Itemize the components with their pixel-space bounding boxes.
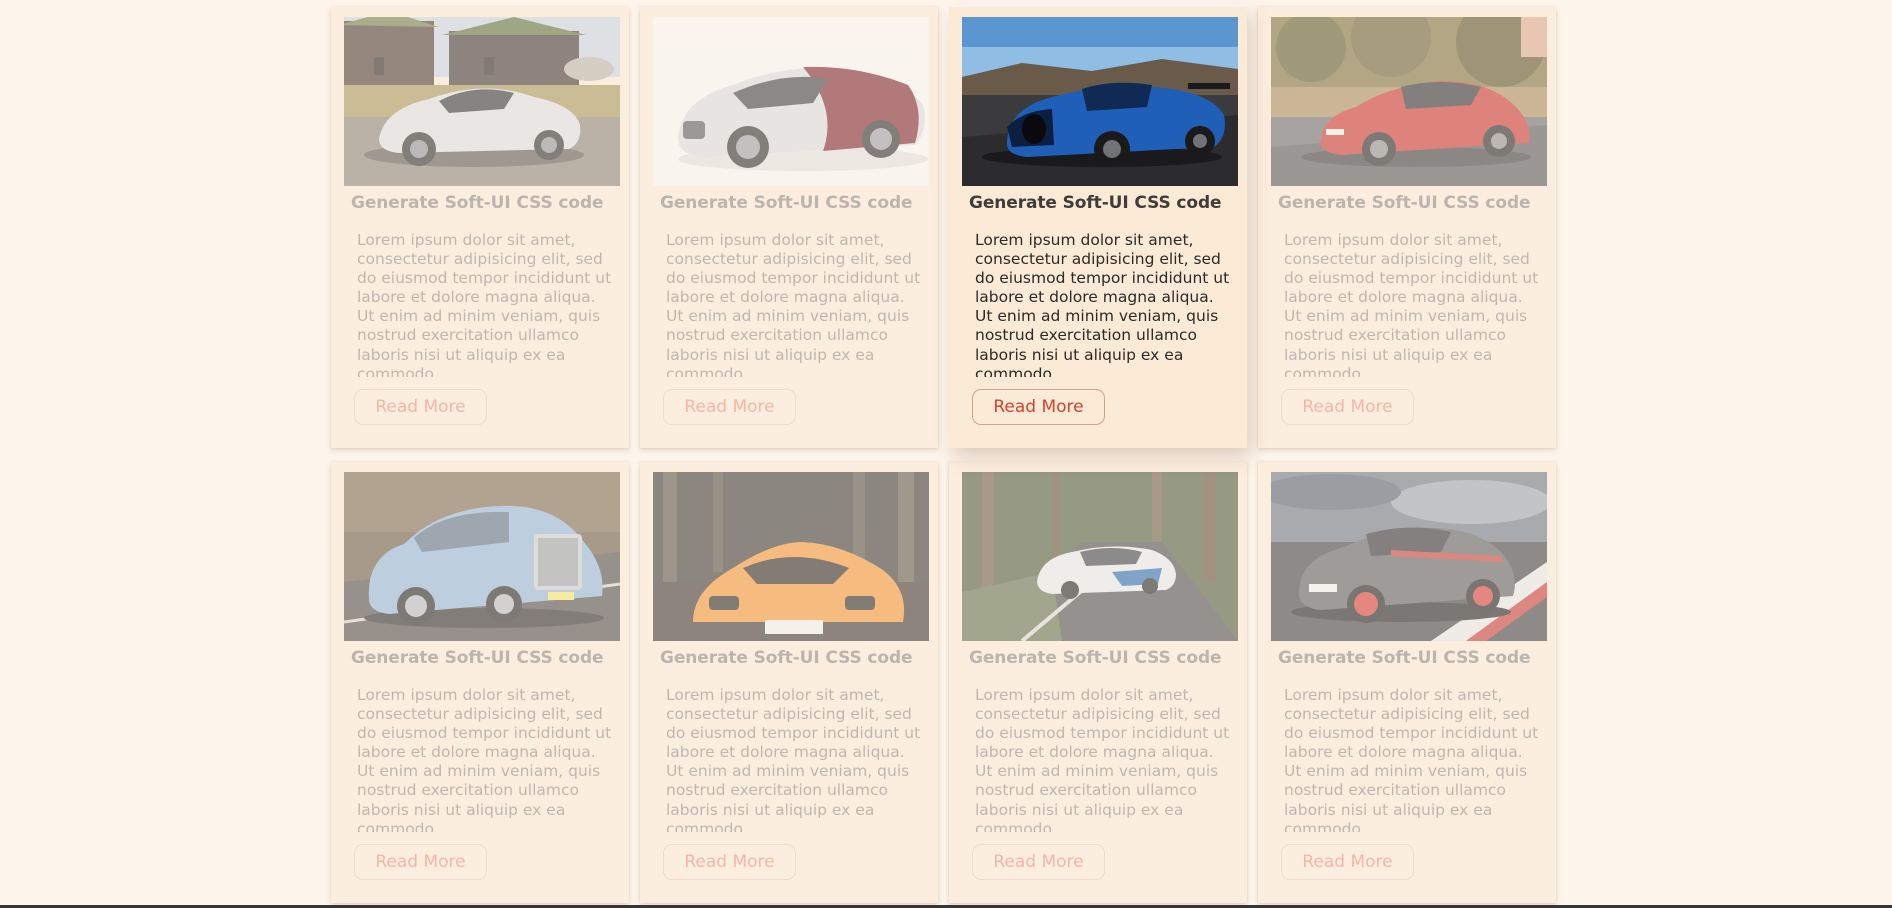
card-description: Lorem ipsum dolor sit amet, consectetur … <box>975 231 1230 377</box>
card-image <box>962 472 1238 641</box>
card-image <box>344 17 620 186</box>
read-more-button[interactable]: Read More <box>972 844 1105 880</box>
card-title: Generate Soft-UI CSS code <box>351 648 604 668</box>
card-title: Generate Soft-UI CSS code <box>660 648 913 668</box>
card: Generate Soft-UI CSS code Lorem ipsum do… <box>640 7 938 448</box>
card-image <box>344 472 620 641</box>
card-description: Lorem ipsum dolor sit amet, consectetur … <box>1284 231 1539 377</box>
card-grid: Generate Soft-UI CSS code Lorem ipsum do… <box>331 7 1556 903</box>
read-more-button[interactable]: Read More <box>1281 844 1414 880</box>
card-description: Lorem ipsum dolor sit amet, consectetur … <box>666 686 921 832</box>
card-description: Lorem ipsum dolor sit amet, consectetur … <box>357 231 612 377</box>
read-more-button[interactable]: Read More <box>354 844 487 880</box>
card-description: Lorem ipsum dolor sit amet, consectetur … <box>1284 686 1539 832</box>
card: Generate Soft-UI CSS code Lorem ipsum do… <box>331 7 629 448</box>
read-more-button[interactable]: Read More <box>354 389 487 425</box>
card-image <box>1271 17 1547 186</box>
read-more-button[interactable]: Read More <box>972 389 1105 425</box>
read-more-button[interactable]: Read More <box>663 844 796 880</box>
read-more-button[interactable]: Read More <box>663 389 796 425</box>
card-image <box>653 17 929 186</box>
card-title: Generate Soft-UI CSS code <box>969 648 1222 668</box>
card-active: Generate Soft-UI CSS code Lorem ipsum do… <box>949 7 1247 448</box>
card-image <box>962 17 1238 186</box>
card-title: Generate Soft-UI CSS code <box>660 193 913 213</box>
card: Generate Soft-UI CSS code Lorem ipsum do… <box>1258 462 1556 903</box>
read-more-button[interactable]: Read More <box>1281 389 1414 425</box>
card: Generate Soft-UI CSS code Lorem ipsum do… <box>640 462 938 903</box>
card-title: Generate Soft-UI CSS code <box>1278 193 1531 213</box>
card-title: Generate Soft-UI CSS code <box>351 193 604 213</box>
card: Generate Soft-UI CSS code Lorem ipsum do… <box>331 462 629 903</box>
card-description: Lorem ipsum dolor sit amet, consectetur … <box>666 231 921 377</box>
card-image <box>1271 472 1547 641</box>
card-title: Generate Soft-UI CSS code <box>969 193 1222 213</box>
card: Generate Soft-UI CSS code Lorem ipsum do… <box>949 462 1247 903</box>
card-title: Generate Soft-UI CSS code <box>1278 648 1531 668</box>
card: Generate Soft-UI CSS code Lorem ipsum do… <box>1258 7 1556 448</box>
card-description: Lorem ipsum dolor sit amet, consectetur … <box>975 686 1230 832</box>
card-description: Lorem ipsum dolor sit amet, consectetur … <box>357 686 612 832</box>
card-image <box>653 472 929 641</box>
